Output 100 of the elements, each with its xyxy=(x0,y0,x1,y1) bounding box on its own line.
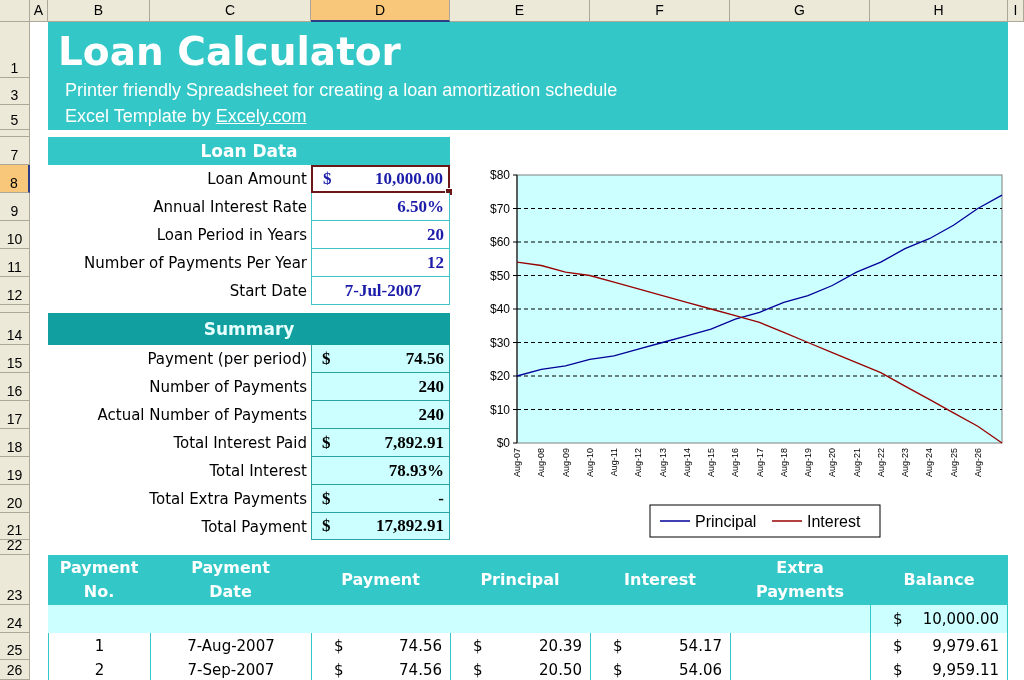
row-header[interactable]: 10 xyxy=(0,221,30,249)
row-header[interactable] xyxy=(0,130,30,137)
cell-value: 10,000.00 xyxy=(375,169,443,189)
field-label: Loan Period in Years xyxy=(156,226,307,244)
row-header[interactable]: 1 xyxy=(0,22,30,78)
row-header[interactable]: 21 xyxy=(0,513,30,540)
row-header[interactable]: 12 xyxy=(0,277,30,305)
y-tick-label: $20 xyxy=(489,369,510,384)
currency-symbol: $ xyxy=(893,638,903,655)
legend-label: Principal xyxy=(695,512,757,530)
cell-amount: 10,000.00 xyxy=(922,610,999,628)
x-tick-label: Aug-23 xyxy=(900,448,910,478)
row-header[interactable]: 19 xyxy=(0,457,30,485)
x-tick-label: Aug-24 xyxy=(924,448,935,478)
row-header[interactable]: 24 xyxy=(0,605,30,633)
column-header[interactable]: G xyxy=(730,0,870,22)
cell-value: 20 xyxy=(427,224,444,245)
row-header[interactable]: 9 xyxy=(0,193,30,221)
currency-symbol: $ xyxy=(473,638,483,655)
column-header: Interest xyxy=(624,569,696,591)
currency-symbol: $ xyxy=(334,661,344,679)
section-header: Summary xyxy=(48,313,450,345)
sheet-title: Loan Calculator xyxy=(58,28,401,76)
column-header: Payment xyxy=(341,569,420,591)
field-label: Total Extra Payments xyxy=(149,490,307,508)
row-header[interactable]: 25 xyxy=(0,633,30,660)
x-tick-label: Aug-15 xyxy=(706,448,716,478)
x-tick-label: Aug-14 xyxy=(681,448,692,478)
input-field[interactable]: 7-Jul-2007 xyxy=(311,277,450,305)
row-header[interactable]: 11 xyxy=(0,249,30,277)
column-header[interactable]: A xyxy=(30,0,48,22)
x-tick-label: Aug-21 xyxy=(851,448,862,478)
column-header[interactable]: I xyxy=(1008,0,1024,22)
row-header[interactable]: 8 xyxy=(0,165,30,193)
table-cell: 7-Sep-2007 xyxy=(187,661,275,679)
input-field[interactable]: 6.50% xyxy=(311,193,450,221)
cell-value: 240 xyxy=(418,404,444,425)
cell-value: - xyxy=(438,488,444,509)
cell-value: 240 xyxy=(418,376,444,397)
row-header[interactable]: 14 xyxy=(0,313,30,345)
input-field[interactable]: $ 10,000.00 xyxy=(311,165,450,193)
currency-symbol: $ xyxy=(323,169,332,189)
cell-value: 7,892.91 xyxy=(384,432,444,453)
field-label: Loan Amount xyxy=(207,170,307,188)
template-credit: Excel Template by Excely.com xyxy=(65,105,307,128)
currency-symbol: $ xyxy=(893,661,903,679)
cell-amount: 54.06 xyxy=(679,661,722,679)
cell-value: 12 xyxy=(427,252,444,273)
section-header: Loan Data xyxy=(48,137,450,165)
x-tick-label: Aug-13 xyxy=(657,448,668,478)
row-header[interactable]: 26 xyxy=(0,660,30,680)
row-header[interactable]: 18 xyxy=(0,429,30,457)
cell-amount: 74.56 xyxy=(399,638,442,655)
x-tick-label: Aug-10 xyxy=(584,448,595,478)
x-tick-label: Aug-16 xyxy=(730,448,741,478)
y-tick-label: $70 xyxy=(489,201,510,216)
y-tick-label: $40 xyxy=(489,302,510,317)
row-header[interactable]: 23 xyxy=(0,555,30,605)
input-field[interactable]: 20 xyxy=(311,221,450,249)
currency-symbol: $ xyxy=(322,348,331,369)
column-header[interactable]: H xyxy=(870,0,1008,22)
currency-symbol: $ xyxy=(613,661,623,679)
field-label: Number of Payments Per Year xyxy=(84,254,307,272)
field-label: Annual Interest Rate xyxy=(153,198,307,216)
x-tick-label: Aug-08 xyxy=(536,448,547,478)
y-tick-label: $80 xyxy=(489,168,510,183)
column-header: Principal xyxy=(480,569,560,591)
row-header[interactable] xyxy=(0,305,30,313)
column-header[interactable]: F xyxy=(590,0,730,22)
cell-amount: 9,979.61 xyxy=(932,638,999,655)
column-header[interactable]: B xyxy=(48,0,150,22)
row-header[interactable]: 5 xyxy=(0,105,30,130)
cell-amount: 20.50 xyxy=(539,661,582,679)
input-field[interactable]: 12 xyxy=(311,249,450,277)
x-tick-label: Aug-22 xyxy=(875,448,886,478)
field-label: Total Payment xyxy=(201,517,307,536)
row-header[interactable]: 17 xyxy=(0,401,30,429)
cell-amount: 54.17 xyxy=(679,638,722,655)
x-tick-label: Aug-26 xyxy=(972,448,983,478)
field-label: Total Interest Paid xyxy=(173,434,307,452)
legend-label: Interest xyxy=(807,512,861,530)
cell-value: 17,892.91 xyxy=(376,516,444,536)
column-header[interactable]: E xyxy=(450,0,590,22)
column-header[interactable]: C xyxy=(150,0,311,22)
row-header[interactable]: 16 xyxy=(0,373,30,401)
row-header[interactable]: 7 xyxy=(0,137,30,165)
y-tick-label: $50 xyxy=(489,268,510,283)
column-header: Payment Date xyxy=(190,557,271,603)
x-tick-label: Aug-25 xyxy=(948,448,959,478)
sheet-subtitle: Printer friendly Spreadsheet for creating a loan amortization schedule xyxy=(65,79,618,102)
currency-symbol: $ xyxy=(473,661,483,679)
select-all-corner[interactable] xyxy=(0,0,30,22)
row-header[interactable]: 3 xyxy=(0,78,30,105)
row-header[interactable]: 22 xyxy=(0,540,30,555)
x-tick-label: Aug-11 xyxy=(609,448,619,477)
currency-symbol: $ xyxy=(322,516,331,536)
column-header[interactable]: D xyxy=(311,0,450,22)
column-header: Balance xyxy=(903,569,975,591)
row-header[interactable]: 20 xyxy=(0,485,30,513)
row-header[interactable]: 15 xyxy=(0,345,30,373)
